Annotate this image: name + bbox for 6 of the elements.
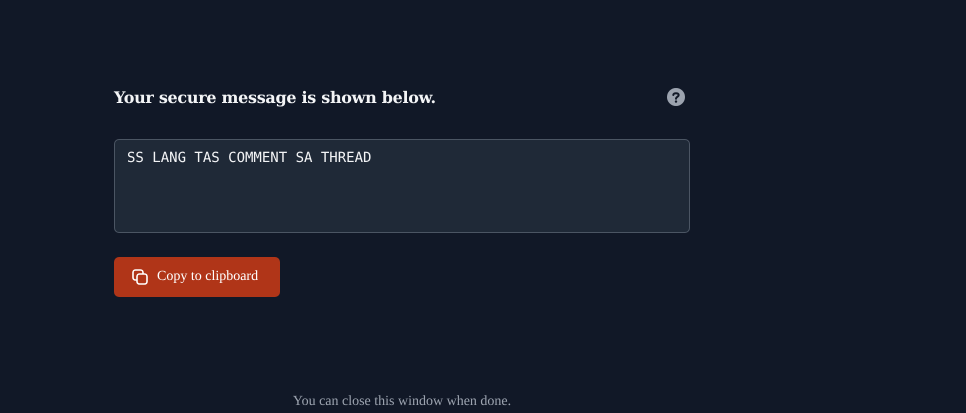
message-heading: Your secure message is shown below. — [114, 88, 436, 106]
message-field[interactable]: SS LANG TAS COMMENT SA THREAD — [114, 139, 690, 233]
copy-icon — [132, 269, 148, 285]
copy-button[interactable]: Copy to clipboard — [114, 257, 280, 297]
footer-note: You can close this window when done. — [292, 394, 512, 410]
help-icon[interactable] — [667, 88, 685, 106]
